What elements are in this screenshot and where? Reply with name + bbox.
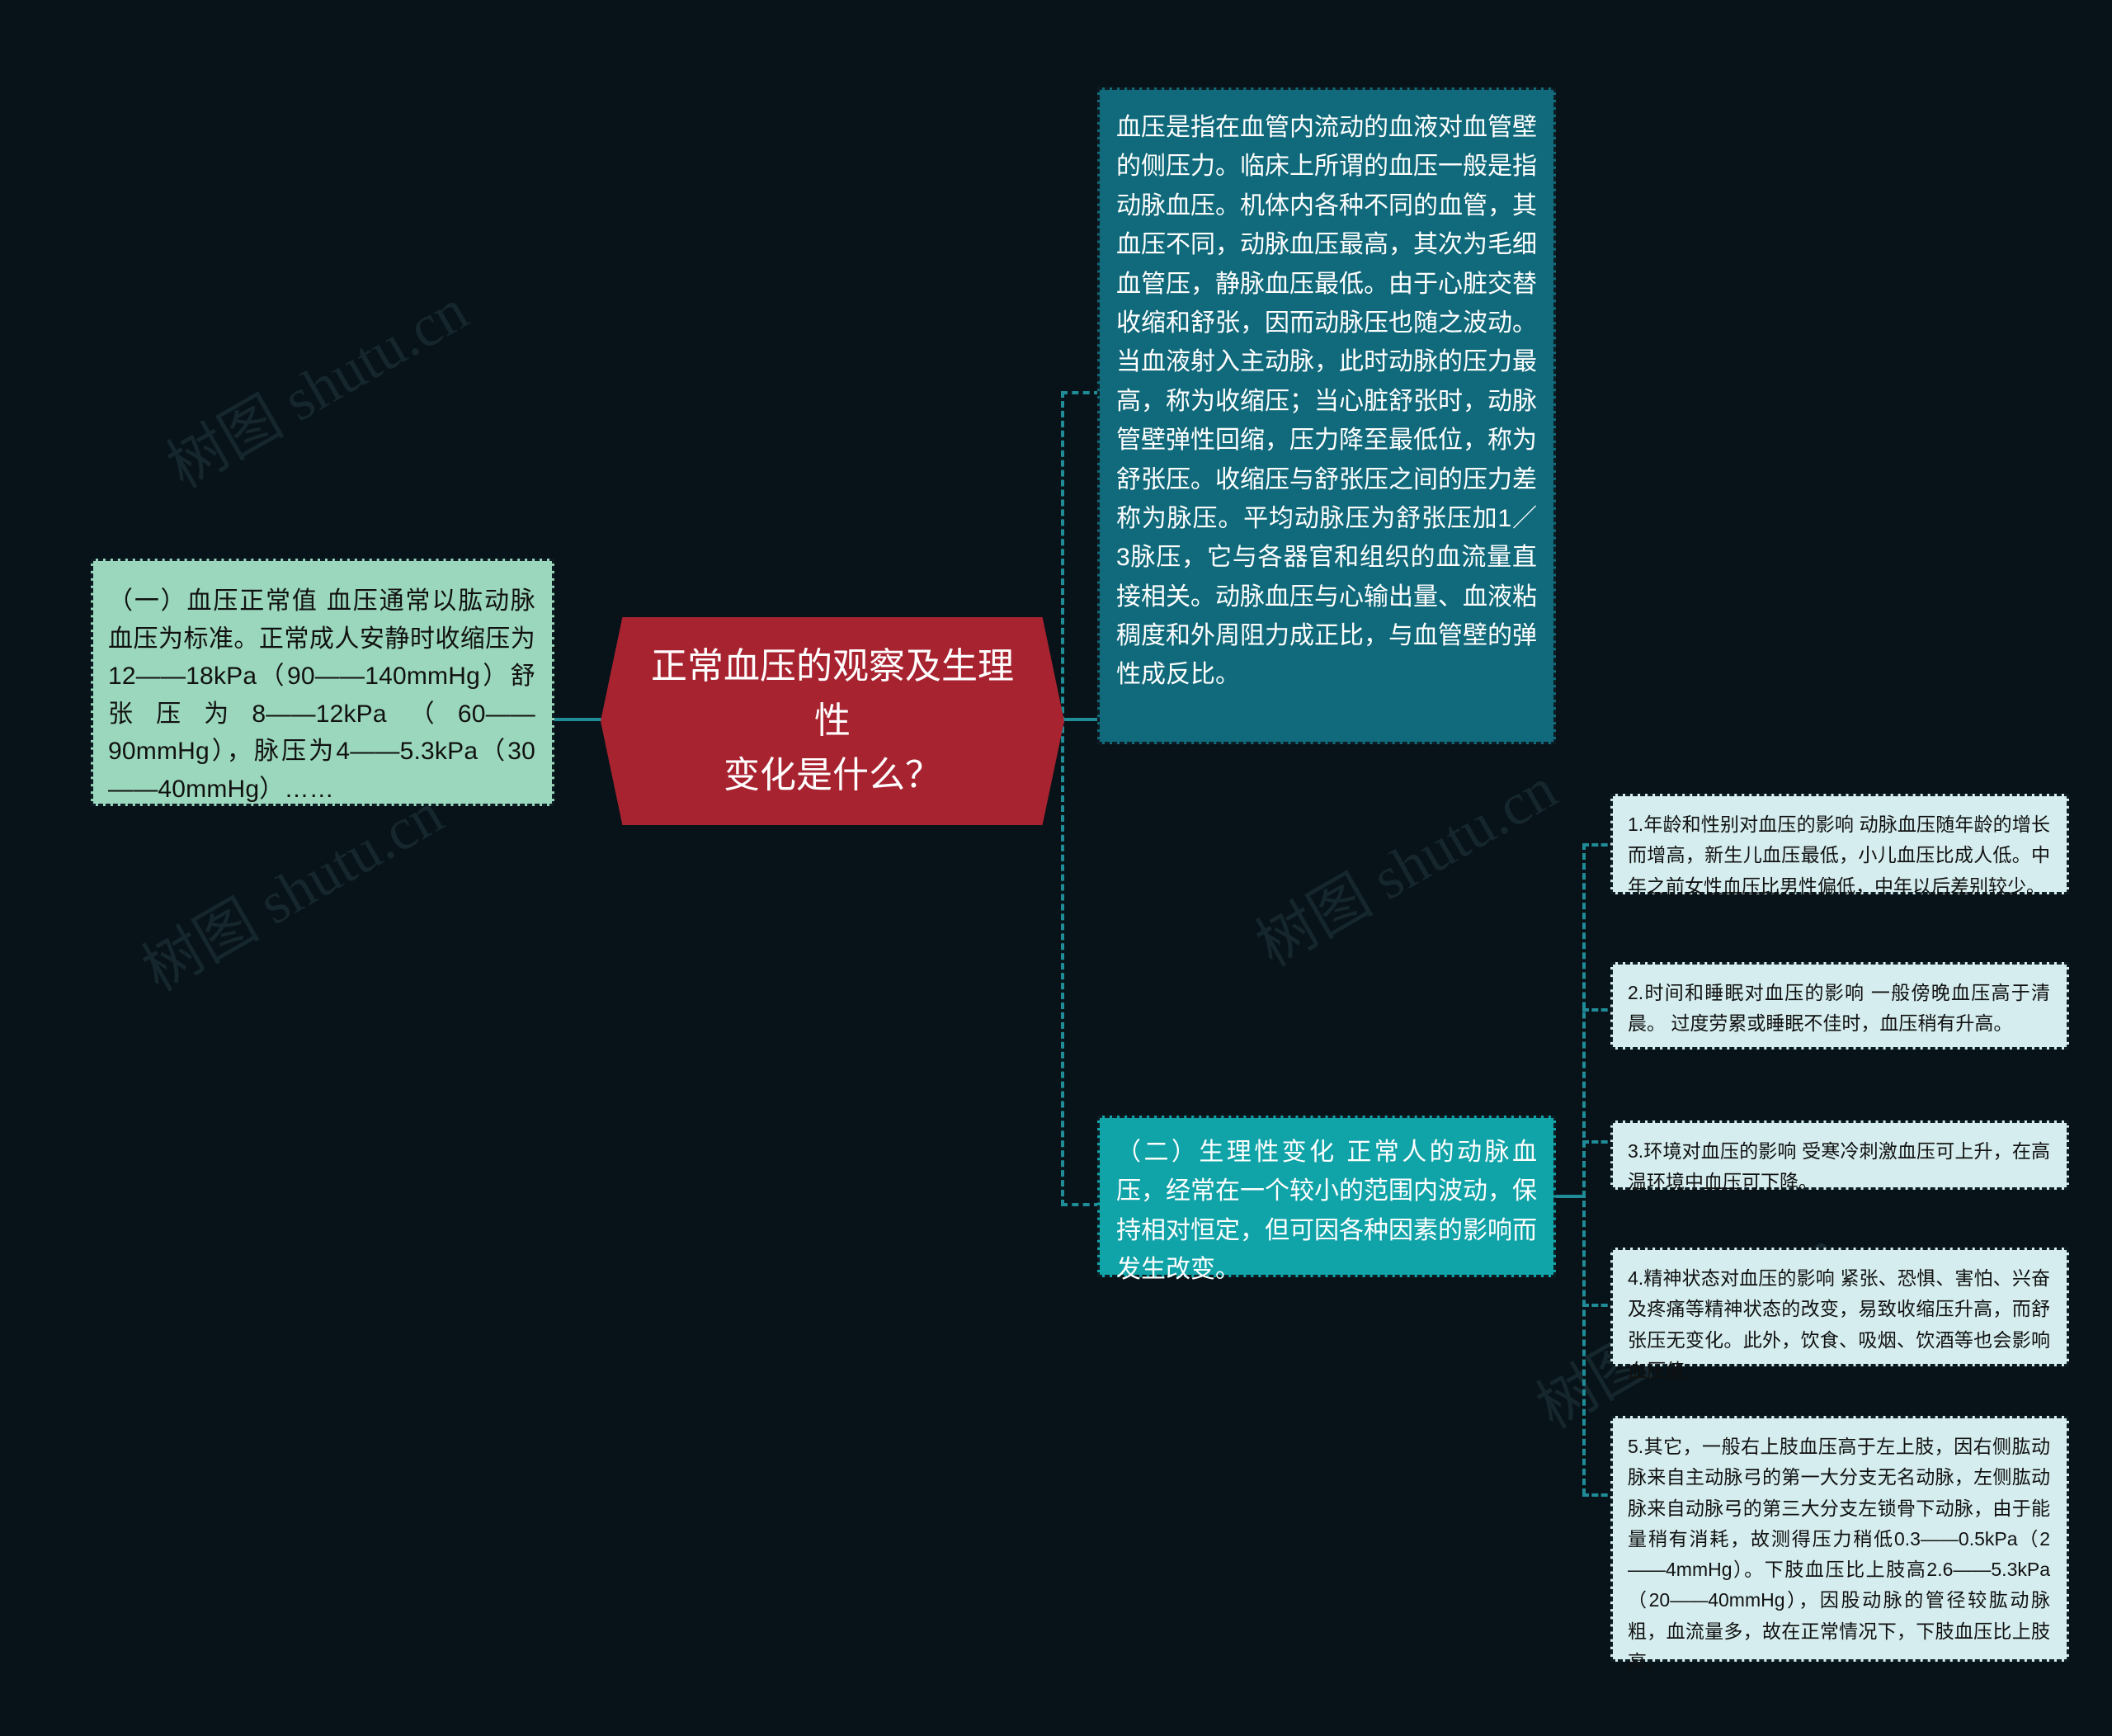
leaf-node-text: 2.时间和睡眠对血压的影响 一般傍晚血压高于清晨。 过度劳累或睡眠不佳时，血压稍… xyxy=(1628,982,2050,1035)
leaf-node-mental-state[interactable]: 4.精神状态对血压的影响 紧张、恐惧、害怕、兴奋及疼痛等精神状态的改变，易致收缩… xyxy=(1610,1248,2069,1381)
branch-node-text: 血压是指在血管内流动的血液对血管壁的侧压力。临床上所谓的血压一般是指动脉血压。机… xyxy=(1116,114,1537,689)
connector-physiological-out xyxy=(1554,1195,1586,1198)
leaf-node-environment[interactable]: 3.环境对血压的影响 受寒冷刺激血压可上升，在高温环境中血压可下降。 xyxy=(1610,1120,2069,1193)
connector-spine-to-physiological xyxy=(1061,1203,1101,1206)
root-node[interactable]: 正常血压的观察及生理性 变化是什么？ xyxy=(601,617,1064,825)
root-node-line-1: 正常血压的观察及生理性 xyxy=(651,646,1014,741)
connector-root-out-right xyxy=(1061,718,1097,721)
root-node-line-2: 变化是什么？ xyxy=(724,755,941,795)
connector-root-to-left xyxy=(551,718,604,721)
branch-node-blood-pressure-definition[interactable]: 血压是指在血管内流动的血液对血管壁的侧压力。临床上所谓的血压一般是指动脉血压。机… xyxy=(1097,87,1556,744)
watermark: 树图 shutu.cn xyxy=(157,276,478,501)
leaf-node-others[interactable]: 5.其它，一般右上肢血压高于左上肢，因右侧肱动脉来自主动脉弓的第一大分支无名动脉… xyxy=(1610,1416,2069,1672)
branch-node-blood-pressure-normal-value[interactable]: （一）血压正常值 血压通常以肱动脉血压为标准。正常成人安静时收缩压为12——18… xyxy=(91,559,554,806)
watermark: 树图 shutu.cn xyxy=(1246,755,1568,979)
root-node-text-wrap: 正常血压的观察及生理性 变化是什么？ xyxy=(648,639,1016,803)
branch-node-text: （一）血压正常值 血压通常以肱动脉血压为标准。正常成人安静时收缩压为12——18… xyxy=(108,587,535,803)
branch-node-physiological-change[interactable]: （二）生理性变化 正常人的动脉血压，经常在一个较小的范围内波动，保持相对恒定，但… xyxy=(1097,1116,1556,1283)
leaf-node-text: 1.年龄和性别对血压的影响 动脉血压随年龄的增长而增高，新生儿血压最低，小儿血压… xyxy=(1628,814,2050,897)
connector-right-spine xyxy=(1061,391,1064,1206)
connector-spine-to-definition xyxy=(1061,391,1101,394)
mindmap-canvas: 树图 shutu.cn 树图 shutu.cn 树图 shutu.cn 树图 s… xyxy=(0,0,2112,1736)
branch-node-text: （二）生理性变化 正常人的动脉血压，经常在一个较小的范围内波动，保持相对恒定，但… xyxy=(1116,1139,1537,1284)
leaf-node-text: 3.环境对血压的影响 受寒冷刺激血压可上升，在高温环境中血压可下降。 xyxy=(1628,1140,2050,1193)
connector-leaf-spine xyxy=(1582,843,1586,1495)
leaf-node-age-gender[interactable]: 1.年龄和性别对血压的影响 动脉血压随年龄的增长而增高，新生儿血压最低，小儿血压… xyxy=(1610,794,2069,897)
leaf-node-text: 4.精神状态对血压的影响 紧张、恐惧、害怕、兴奋及疼痛等精神状态的改变，易致收缩… xyxy=(1628,1267,2050,1381)
leaf-node-time-sleep[interactable]: 2.时间和睡眠对血压的影响 一般傍晚血压高于清晨。 过度劳累或睡眠不佳时，血压稍… xyxy=(1610,962,2069,1050)
leaf-node-text: 5.其它，一般右上肢血压高于左上肢，因右侧肱动脉来自主动脉弓的第一大分支无名动脉… xyxy=(1628,1436,2050,1672)
